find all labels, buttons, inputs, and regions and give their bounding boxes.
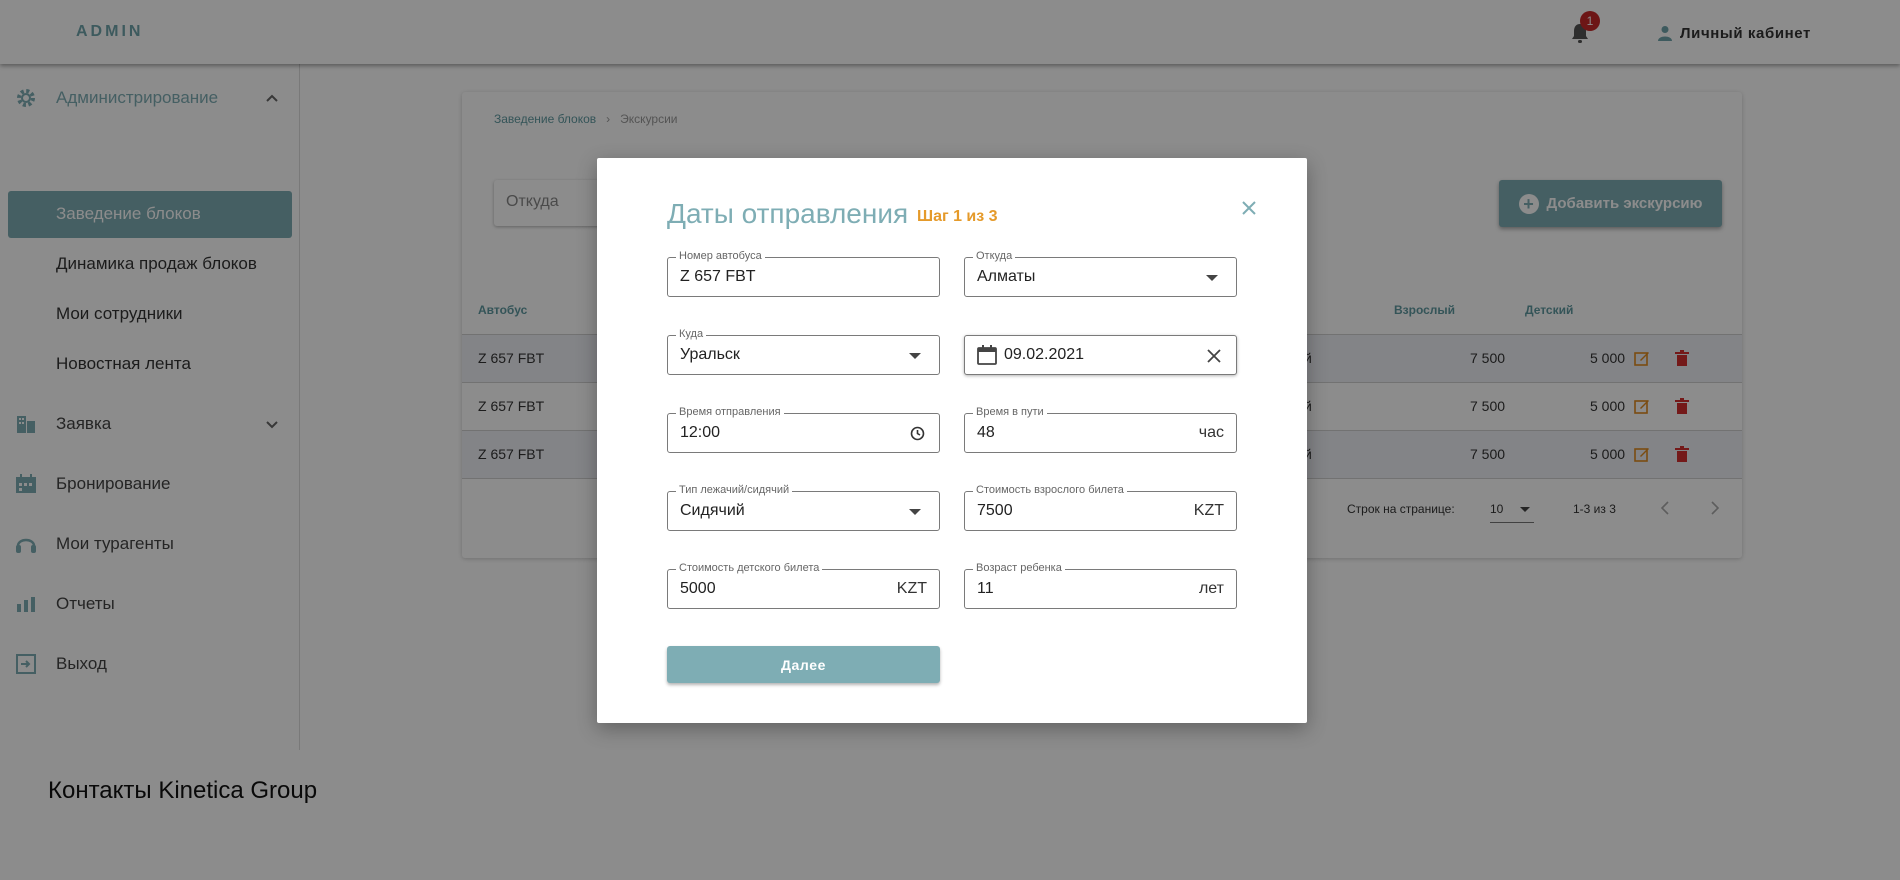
seat-type-select[interactable]: Тип лежачий/сидячий Сидячий bbox=[667, 483, 940, 531]
next-button[interactable]: Далее bbox=[667, 646, 940, 683]
seat-type-value: Сидячий bbox=[680, 502, 745, 519]
from-label: Откуда bbox=[973, 249, 1016, 263]
calendar-icon[interactable] bbox=[977, 345, 997, 365]
seat-type-label: Тип лежачий/сидячий bbox=[676, 483, 793, 497]
bus-number-value: Z 657 FBT bbox=[680, 268, 756, 285]
caret-down-icon bbox=[909, 353, 921, 359]
travel-time-field[interactable]: Время в пути 48 час bbox=[964, 405, 1237, 453]
travel-time-value: 48 bbox=[977, 424, 995, 441]
departure-time-value: 12:00 bbox=[680, 424, 721, 441]
child-price-value: 5000 bbox=[680, 580, 716, 597]
caret-down-icon bbox=[909, 509, 921, 515]
date-picker-field[interactable]: 09.02.2021 bbox=[964, 335, 1237, 375]
bus-number-field[interactable]: Номер автобуса Z 657 FBT bbox=[667, 249, 940, 297]
to-select[interactable]: Куда Уральск bbox=[667, 327, 940, 375]
child-age-unit: лет bbox=[1198, 580, 1224, 597]
caret-down-icon bbox=[1206, 275, 1218, 281]
child-age-value: 11 bbox=[977, 580, 994, 597]
from-value: Алматы bbox=[977, 268, 1036, 285]
adult-price-value: 7500 bbox=[977, 502, 1013, 519]
travel-time-unit: час bbox=[1198, 424, 1224, 441]
adult-price-label: Стоимость взрослого билета bbox=[973, 483, 1127, 497]
dialog-title: Даты отправления bbox=[667, 198, 909, 229]
close-icon[interactable] bbox=[1239, 198, 1259, 218]
clear-icon[interactable] bbox=[1206, 348, 1222, 364]
adult-price-field[interactable]: Стоимость взрослого билета 7500 KZT bbox=[964, 483, 1237, 531]
departure-time-label: Время отправления bbox=[676, 405, 784, 419]
child-age-label: Возраст ребенка bbox=[973, 561, 1065, 575]
step-indicator: Шаг 1 из 3 bbox=[917, 208, 998, 225]
to-value: Уральск bbox=[680, 346, 740, 363]
child-age-field[interactable]: Возраст ребенка 11 лет bbox=[964, 561, 1237, 609]
travel-time-label: Время в пути bbox=[973, 405, 1047, 419]
to-label: Куда bbox=[676, 327, 707, 341]
bus-number-label: Номер автобуса bbox=[676, 249, 765, 263]
child-price-currency: KZT bbox=[896, 580, 927, 597]
departure-dates-dialog: Даты отправления Шаг 1 из 3 Номер автобу… bbox=[597, 158, 1307, 723]
departure-time-field[interactable]: Время отправления 12:00 bbox=[667, 405, 940, 453]
child-price-label: Стоимость детского билета bbox=[676, 561, 823, 575]
date-value: 09.02.2021 bbox=[1004, 346, 1085, 363]
from-select[interactable]: Откуда Алматы bbox=[964, 249, 1237, 297]
adult-price-currency: KZT bbox=[1193, 502, 1224, 519]
clock-icon[interactable] bbox=[910, 426, 925, 441]
child-price-field[interactable]: Стоимость детского билета 5000 KZT bbox=[667, 561, 940, 609]
